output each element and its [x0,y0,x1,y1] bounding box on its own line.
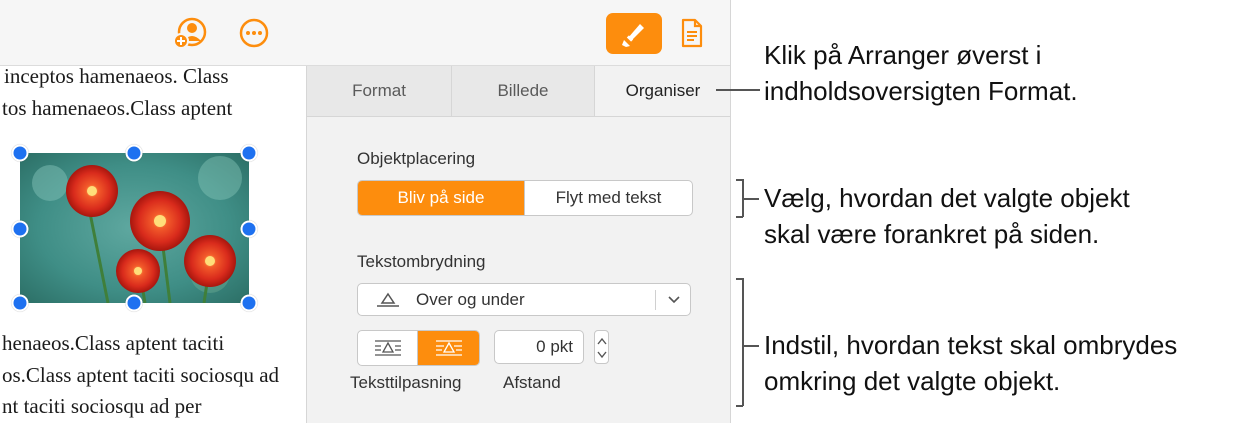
selection-handle[interactable] [11,144,29,162]
add-collaborator-icon [173,17,207,49]
format-button[interactable] [606,13,662,54]
inspector-tab-bar: Format Billede Organiser [307,66,730,117]
add-collaborator-button[interactable] [170,16,210,50]
callout-text: Klik på Arranger øverst i indholdsoversi… [764,40,1078,106]
callout-bracket [742,278,744,406]
stay-on-page-button[interactable]: Bliv på side [358,181,524,215]
tab-format[interactable]: Format [307,66,452,116]
object-placement-label: Objektplacering [357,149,476,168]
callout-leader [742,198,759,200]
callout-bracket [736,405,743,407]
app-window: inceptos hamenaeos. Class tos hamenaeos.… [0,0,731,423]
document-icon [681,18,703,48]
selected-image[interactable] [20,153,249,303]
spacing-label: Afstand [503,373,561,392]
object-placement-control: Bliv på side Flyt med tekst [357,180,693,216]
body-text-line: tos hamenaeos.Class aptent [2,96,233,120]
text-wrap-select[interactable]: Over og under [357,283,691,316]
spacing-stepper[interactable] [594,330,609,364]
chevron-down-icon [668,296,680,304]
flower-photo [20,153,249,303]
callout-bracket [736,278,743,280]
tab-billede[interactable]: Billede [452,66,595,116]
select-divider [655,290,656,310]
callout-bracket [736,179,743,181]
text-wrap-value: Over og under [416,290,525,309]
callout-bracket [736,216,743,218]
selection-handle[interactable] [125,294,143,312]
body-text-line: nt taciti sociosqu ad per [2,394,202,418]
format-inspector: Format Billede Organiser Objektplacering… [306,66,730,423]
format-brush-icon [622,23,644,47]
selection-handle[interactable] [240,220,258,238]
selection-handle[interactable] [240,144,258,162]
selection-handle[interactable] [125,144,143,162]
text-fit-option-selected[interactable] [417,331,479,365]
text-wrap-label: Tekstombrydning [357,252,486,271]
selection-handle[interactable] [11,220,29,238]
document-button[interactable] [676,16,708,50]
callout-organise: Klik på Arranger øverst i indholdsoversi… [764,37,1078,109]
callout-text: Vælg, hvordan det valgte objekt skal vær… [764,183,1130,249]
stepper-arrows-icon [597,337,607,359]
tab-organiser[interactable]: Organiser [595,66,730,116]
text-fit-around-icon [374,340,401,356]
move-with-text-button[interactable]: Flyt med tekst [524,181,692,215]
selection-handle[interactable] [11,294,29,312]
text-fit-label: Teksttilpasning [350,373,462,392]
callout-wrap: Indstil, hvordan tekst skal ombrydes omk… [764,327,1177,399]
callout-text: Indstil, hvordan tekst skal ombrydes omk… [764,330,1178,396]
body-text-line: os.Class aptent taciti sociosqu ad [2,363,280,387]
callout-placement: Vælg, hvordan det valgte objekt skal vær… [764,180,1130,252]
more-icon [239,18,269,48]
callout-leader [716,89,760,91]
body-text-line: inceptos hamenaeos. Class [4,66,229,88]
wrap-above-below-icon [377,292,399,307]
callout-leader [742,345,759,347]
spacing-input[interactable]: 0 pkt [494,330,584,364]
selection-handle[interactable] [240,294,258,312]
text-fit-control [357,330,480,366]
text-fit-shape-icon [435,340,462,356]
body-text-line: henaeos.Class aptent taciti [2,331,225,355]
more-button[interactable] [236,16,272,50]
toolbar [0,0,730,66]
text-fit-option[interactable] [358,331,417,365]
